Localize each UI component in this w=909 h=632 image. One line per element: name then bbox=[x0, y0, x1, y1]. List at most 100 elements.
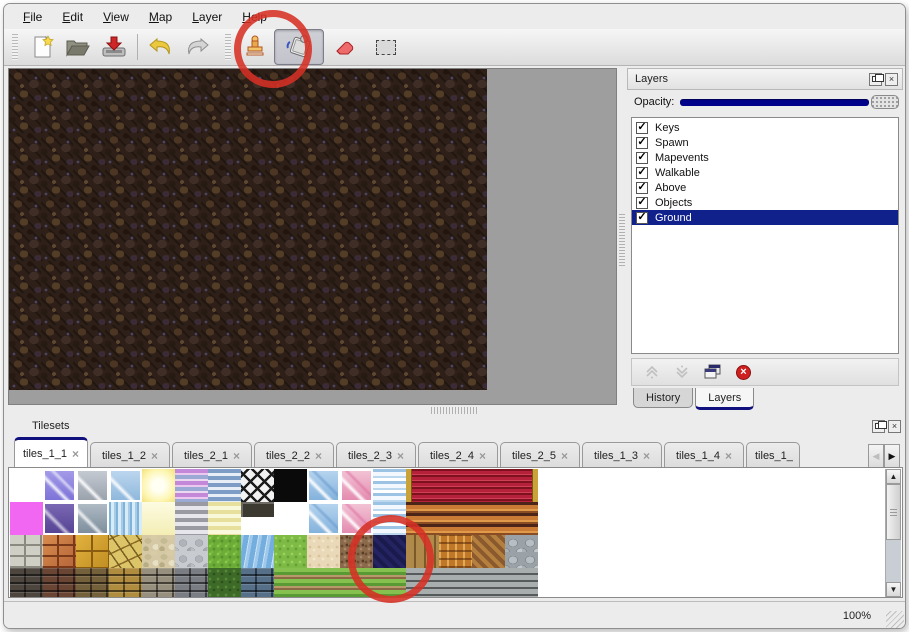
tile-tiles-gold[interactable] bbox=[76, 535, 109, 568]
eraser-tool-button[interactable] bbox=[326, 31, 360, 63]
tile-empty[interactable] bbox=[274, 502, 307, 535]
tile-grass-light[interactable] bbox=[274, 535, 307, 568]
tile-wavy-blue[interactable] bbox=[373, 469, 406, 502]
toolbar-grip-2[interactable] bbox=[225, 34, 231, 60]
tab-close-icon[interactable]: × bbox=[479, 450, 486, 462]
layer-row-spawn[interactable]: ✓Spawn bbox=[632, 135, 898, 150]
layer-row-above[interactable]: ✓Above bbox=[632, 180, 898, 195]
tilesets-close-button[interactable]: × bbox=[888, 420, 901, 433]
scroll-up-button[interactable]: ▲ bbox=[886, 469, 901, 484]
tile-empty[interactable] bbox=[10, 469, 43, 502]
tab-close-icon[interactable]: × bbox=[72, 448, 79, 460]
resize-grip[interactable] bbox=[886, 611, 904, 629]
tileset-tab-tiles_2_4[interactable]: tiles_2_4× bbox=[418, 442, 498, 468]
tile-curtain-red-r[interactable] bbox=[505, 469, 538, 502]
scrollbar-thumb[interactable] bbox=[886, 484, 901, 540]
tile-magenta[interactable] bbox=[10, 502, 43, 535]
layer-row-walkable[interactable]: ✓Walkable bbox=[632, 165, 898, 180]
tile-wood-slats[interactable] bbox=[505, 502, 538, 535]
tab-close-icon[interactable]: × bbox=[397, 450, 404, 462]
tileset-tab-tiles_1_3[interactable]: tiles_1_3× bbox=[582, 442, 662, 468]
scroll-down-button[interactable]: ▼ bbox=[886, 582, 901, 597]
tab-close-icon[interactable]: × bbox=[725, 450, 732, 462]
tile-basket-weave[interactable] bbox=[439, 535, 472, 568]
tile-wall-stone[interactable] bbox=[142, 568, 175, 598]
tile-black[interactable] bbox=[274, 469, 307, 502]
tile-stones-round[interactable] bbox=[505, 535, 538, 568]
tile-plaque[interactable] bbox=[241, 502, 274, 535]
tile-glass-darkpurple[interactable] bbox=[43, 502, 76, 535]
layer-row-objects[interactable]: ✓Objects bbox=[632, 195, 898, 210]
toolbar-grip[interactable] bbox=[12, 34, 18, 60]
tile-cobble-gray[interactable] bbox=[175, 535, 208, 568]
tab-history[interactable]: History bbox=[633, 388, 693, 408]
tile-brick-darktan[interactable] bbox=[76, 568, 109, 598]
menu-file[interactable]: File bbox=[14, 7, 51, 27]
tab-close-icon[interactable]: × bbox=[151, 450, 158, 462]
tile-glass-steel[interactable] bbox=[76, 502, 109, 535]
tile-grass-rows[interactable] bbox=[307, 568, 340, 598]
layer-visibility-checkbox[interactable]: ✓ bbox=[636, 122, 648, 134]
layers-float-button[interactable] bbox=[869, 73, 882, 86]
tile-hedge-green[interactable] bbox=[208, 568, 241, 598]
tile-stone-orange[interactable] bbox=[43, 535, 76, 568]
tile-stone-cracked[interactable] bbox=[109, 535, 142, 568]
tile-grass-rows[interactable] bbox=[274, 568, 307, 598]
opacity-slider-handle[interactable] bbox=[871, 95, 899, 109]
tile-glass-lightblue[interactable] bbox=[307, 469, 340, 502]
tile-glass-purple[interactable] bbox=[43, 469, 76, 502]
tile-stone-blocks[interactable] bbox=[10, 535, 43, 568]
scroll-tabs-left-button[interactable]: ◀ bbox=[868, 444, 884, 468]
tile-curtain-red[interactable] bbox=[472, 469, 505, 502]
map-canvas[interactable] bbox=[9, 69, 487, 390]
layer-list[interactable]: ✓Keys✓Spawn✓Mapevents✓Walkable✓Above✓Obj… bbox=[631, 117, 899, 354]
tile-curtain-red-l[interactable] bbox=[406, 469, 439, 502]
tile-herringbone[interactable] bbox=[472, 535, 505, 568]
layer-row-mapevents[interactable]: ✓Mapevents bbox=[632, 150, 898, 165]
tab-close-icon[interactable]: × bbox=[233, 450, 240, 462]
new-map-button[interactable] bbox=[25, 31, 59, 63]
layer-visibility-checkbox[interactable]: ✓ bbox=[636, 167, 648, 179]
tile-sand-pale[interactable] bbox=[307, 535, 340, 568]
tile-brick-brown[interactable] bbox=[43, 568, 76, 598]
move-layer-up-button[interactable] bbox=[644, 364, 660, 380]
tile-brick-gray[interactable] bbox=[175, 568, 208, 598]
menu-view[interactable]: View bbox=[94, 7, 138, 27]
tile-curtain-red[interactable] bbox=[439, 469, 472, 502]
tile-pale-yellow[interactable] bbox=[142, 502, 175, 535]
layers-panel-titlebar[interactable]: Layers × bbox=[627, 68, 903, 90]
layer-row-keys[interactable]: ✓Keys bbox=[632, 120, 898, 135]
menu-edit[interactable]: Edit bbox=[53, 7, 92, 27]
opacity-slider-track[interactable] bbox=[680, 99, 869, 106]
tile-glass-blue[interactable] bbox=[109, 469, 142, 502]
menu-layer[interactable]: Layer bbox=[183, 7, 231, 27]
tileset-tab-tiles_1_1[interactable]: tiles_1_1× bbox=[14, 437, 88, 468]
tilesets-float-button[interactable] bbox=[872, 420, 885, 433]
undo-button[interactable] bbox=[144, 31, 178, 63]
tilesets-panel-titlebar[interactable]: Tilesets × bbox=[4, 416, 905, 436]
tile-glow-yellow[interactable] bbox=[142, 469, 175, 502]
duplicate-layer-button[interactable] bbox=[704, 364, 722, 380]
layer-row-ground[interactable]: ✓Ground bbox=[632, 210, 898, 225]
horizontal-splitter-grip[interactable] bbox=[431, 407, 479, 414]
move-layer-down-button[interactable] bbox=[674, 364, 690, 380]
tile-stripes-gray[interactable] bbox=[175, 502, 208, 535]
layer-visibility-checkbox[interactable]: ✓ bbox=[636, 197, 648, 209]
tileset-tab-tiles_2_1[interactable]: tiles_2_1× bbox=[172, 442, 252, 468]
tile-wood-slats[interactable] bbox=[439, 502, 472, 535]
tile-grass-green[interactable] bbox=[208, 535, 241, 568]
tileset-tab-tiles_2_2[interactable]: tiles_2_2× bbox=[254, 442, 334, 468]
tileset-tab-tiles_1_2[interactable]: tiles_1_2× bbox=[90, 442, 170, 468]
layer-visibility-checkbox[interactable]: ✓ bbox=[636, 212, 648, 224]
tile-wall-graystone[interactable] bbox=[472, 568, 505, 598]
menu-map[interactable]: Map bbox=[140, 7, 181, 27]
tile-glass-gray[interactable] bbox=[76, 469, 109, 502]
tile-lattice[interactable] bbox=[241, 469, 274, 502]
layer-visibility-checkbox[interactable]: ✓ bbox=[636, 182, 648, 194]
tile-wall-graystone[interactable] bbox=[505, 568, 538, 598]
tileset-palette[interactable]: ▲ ▼ bbox=[8, 467, 903, 598]
layers-close-button[interactable]: × bbox=[885, 73, 898, 86]
open-map-button[interactable] bbox=[61, 31, 95, 63]
scrollbar-track[interactable] bbox=[886, 540, 901, 582]
tile-water-blue[interactable] bbox=[241, 535, 274, 568]
